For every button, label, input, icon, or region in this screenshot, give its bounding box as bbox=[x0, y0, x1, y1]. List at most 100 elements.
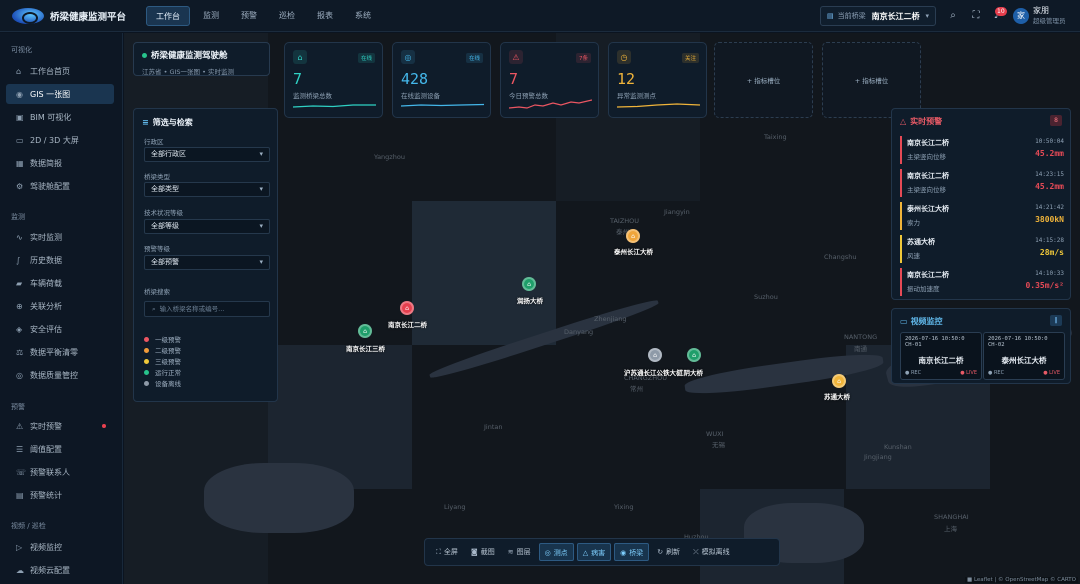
pause-button[interactable]: ‖ bbox=[1050, 315, 1062, 326]
bridge-marker[interactable]: ⌂ bbox=[648, 348, 662, 362]
bridge-selector[interactable]: ▤ 当前桥梁 南京长江二桥 ▾ bbox=[820, 6, 936, 26]
condition-grade-select[interactable]: 全部等级 bbox=[144, 219, 270, 234]
toolbar-button[interactable]: ≋ 图层 bbox=[503, 543, 536, 561]
toolbar-button[interactable]: ⛶ 全屏 bbox=[431, 543, 463, 561]
sidebar-item[interactable]: ◎ 数据质量管控 bbox=[6, 365, 114, 385]
alert-row[interactable]: 南京长江二桥 主梁竖向位移 10:50:04 45.2mm bbox=[900, 136, 1064, 164]
toolbar-button[interactable]: ⤫ 模拟离线 bbox=[688, 543, 735, 561]
sidebar-item-label: 实时预警 bbox=[30, 421, 62, 431]
sidebar-item-label: 预警联系人 bbox=[30, 467, 70, 477]
quality-icon: ◎ bbox=[16, 370, 23, 380]
bridge-type-select[interactable]: 全部类型 bbox=[144, 182, 270, 197]
toolbar-button[interactable]: △ 病害 bbox=[576, 543, 612, 561]
sparkline bbox=[509, 99, 592, 109]
user-info[interactable]: 家朋 超级管理员 bbox=[1033, 6, 1066, 26]
bridge-marker-label: 南京长江三桥 bbox=[346, 345, 385, 353]
sidebar-item-label: BIM 可视化 bbox=[30, 112, 72, 122]
stat-card[interactable]: ⚠ 7条 7 今日预警总数 bbox=[500, 42, 599, 118]
nav-inspection[interactable]: 巡检 bbox=[270, 6, 304, 26]
sidebar-item-label: 工作台首页 bbox=[30, 66, 70, 76]
contact-icon: ☏ bbox=[16, 467, 27, 477]
toolbar-button[interactable]: ◎ 测点 bbox=[538, 543, 574, 561]
breadcrumb: 江苏省 • GIS一张图 • 实时监测 bbox=[142, 68, 235, 76]
legend-dot bbox=[144, 369, 149, 375]
bridge-selector-value: 南京长江二桥 bbox=[871, 11, 920, 21]
page-header: 桥梁健康监测驾驶舱 江苏省 • GIS一张图 • 实时监测 bbox=[133, 42, 270, 76]
map-attribution[interactable]: ■ Leaflet | © OpenStreetMap © CARTO bbox=[965, 577, 1078, 583]
bridge-marker[interactable]: ⌂ bbox=[626, 229, 640, 243]
sidebar-item[interactable]: ☁ 视频云配置 bbox=[6, 560, 114, 580]
alert-row[interactable]: 泰州长江大桥 索力 14:21:42 3800kN bbox=[900, 202, 1064, 230]
nav-workbench[interactable]: 工作台 bbox=[146, 5, 190, 26]
alert-row[interactable]: 苏通大桥 风速 14:15:28 28m/s bbox=[900, 235, 1064, 263]
warning-level-select[interactable]: 全部预警 bbox=[144, 255, 270, 270]
camera-tile[interactable]: 2026-07-16 10:50:0 CH-02 泰州长江大桥 ● REC ● LIV… bbox=[983, 332, 1065, 380]
bridge-marker[interactable]: ⌂ bbox=[687, 348, 701, 362]
unread-dot bbox=[102, 424, 106, 428]
bridge-marker[interactable]: ⌂ bbox=[358, 324, 372, 338]
grid-icon: ▦ bbox=[16, 158, 24, 168]
sidebar-item[interactable]: ▤ 预警统计 bbox=[6, 485, 114, 505]
sidebar-item[interactable]: ∫ 历史数据 bbox=[6, 250, 114, 270]
camera-tile[interactable]: 2026-07-16 10:50:0 CH-01 南京长江二桥 ● REC ● LIV… bbox=[900, 332, 982, 380]
sidebar-item[interactable]: ◈ 安全评估 bbox=[6, 319, 114, 339]
sidebar-item[interactable]: ▰ 车辆荷载 bbox=[6, 273, 114, 293]
alert-row[interactable]: 南京长江二桥 振动加速度 14:10:33 0.35m/s² bbox=[900, 268, 1064, 296]
bridge-search-input[interactable]: ⌕ 输入桥梁名称或编号... bbox=[144, 301, 270, 317]
app-title: 桥梁健康监测平台 bbox=[50, 11, 127, 23]
field-label: 行政区 bbox=[144, 138, 164, 146]
legend-dot bbox=[144, 347, 149, 353]
nav-system[interactable]: 系统 bbox=[346, 6, 380, 26]
nav-monitor[interactable]: 监测 bbox=[194, 6, 228, 26]
sidebar-item-label: 关联分析 bbox=[30, 301, 62, 311]
sidebar-item[interactable]: ☰ 阈值配置 bbox=[6, 439, 114, 459]
bridge-marker[interactable]: ⌂ bbox=[832, 374, 846, 388]
sidebar-item[interactable]: ☏ 预警联系人 bbox=[6, 462, 114, 482]
legend-item: 三级预警 bbox=[144, 356, 181, 366]
sidebar-item[interactable]: ⚖ 数据平衡清零 bbox=[6, 342, 114, 362]
app-logo[interactable]: 桥梁健康监测平台 bbox=[12, 7, 134, 24]
sidebar-item[interactable]: ▦ 数据简报 bbox=[6, 153, 114, 173]
fullscreen-icon[interactable]: ⛶ bbox=[969, 9, 983, 23]
metric-slot-placeholder[interactable]: + 指标槽位 bbox=[822, 42, 921, 118]
offline-icon: ⤫ bbox=[693, 548, 699, 556]
toolbar-button[interactable]: ◙ 截图 bbox=[466, 543, 500, 561]
stat-card[interactable]: ⌂ 在线 7 监测桥梁总数 bbox=[284, 42, 383, 118]
sidebar-item[interactable]: ⌂ 工作台首页 bbox=[6, 61, 114, 81]
bridge-marker[interactable]: ⌂ bbox=[522, 277, 536, 291]
chevron-down-icon: ▾ bbox=[925, 12, 929, 20]
bridge-marker-label: 沪苏通长江公铁大桥 bbox=[624, 369, 683, 377]
bridge-selector-label: 当前桥梁 bbox=[837, 12, 866, 20]
sidebar-item[interactable]: ▭ 2D / 3D 大屏 bbox=[6, 130, 114, 150]
camera-timestamp: 2026-07-16 10:50:0 CH-02 bbox=[988, 336, 1048, 348]
nav-warning[interactable]: 预警 bbox=[232, 6, 266, 26]
sidebar-item[interactable]: ⊕ 关联分析 bbox=[6, 296, 114, 316]
toolbar-label: 全屏 bbox=[443, 548, 458, 556]
sidebar-item[interactable]: ◉ GIS 一张图 bbox=[6, 84, 114, 104]
sidebar-item[interactable]: ▣ BIM 可视化 bbox=[6, 107, 114, 127]
field-label: 桥梁类型 bbox=[144, 173, 170, 181]
nav-report[interactable]: 报表 bbox=[308, 6, 342, 26]
bridge-marker[interactable]: ⌂ bbox=[400, 301, 414, 315]
realtime-alerts-panel: △ 实时预警 8 南京长江二桥 主梁竖向位移 10:50:04 45.2mm 南京长江二桥… bbox=[891, 108, 1071, 300]
stat-card[interactable]: ◎ 在线 428 在线监测设备 bbox=[392, 42, 491, 118]
map-place-label: 上海 bbox=[944, 525, 957, 533]
region-select[interactable]: 全部行政区 bbox=[144, 147, 270, 162]
sidebar-item[interactable]: ∿ 实时监测 bbox=[6, 227, 114, 247]
stat-card[interactable]: ◷ 关注 12 异常监测测点 bbox=[608, 42, 707, 118]
toolbar-button[interactable]: ◉ 桥梁 bbox=[614, 543, 650, 561]
avatar[interactable]: 家 bbox=[1013, 8, 1029, 24]
sidebar-item[interactable]: ⚠ 实时预警 bbox=[6, 416, 114, 436]
camera-icon: ◙ bbox=[470, 548, 478, 556]
sidebar-section-title: 视频 / 巡检 bbox=[11, 522, 46, 530]
map-place-label: 无锡 bbox=[712, 441, 725, 449]
sidebar-item[interactable]: ⚙ 驾驶舱配置 bbox=[6, 176, 114, 196]
sidebar-item[interactable]: ▷ 视频监控 bbox=[6, 537, 114, 557]
metric-slot-placeholder[interactable]: + 指标槽位 bbox=[714, 42, 813, 118]
alert-row[interactable]: 南京长江二桥 主梁竖向位移 14:23:15 45.2mm bbox=[900, 169, 1064, 197]
toolbar-button[interactable]: ↻ 刷新 bbox=[652, 543, 685, 561]
sidebar-item-label: 阈值配置 bbox=[30, 444, 62, 454]
search-icon[interactable]: ⌕ bbox=[946, 9, 960, 23]
camera-timestamp: 2026-07-16 10:50:0 CH-01 bbox=[905, 336, 965, 348]
warning-icon: ⚠ bbox=[509, 50, 523, 64]
